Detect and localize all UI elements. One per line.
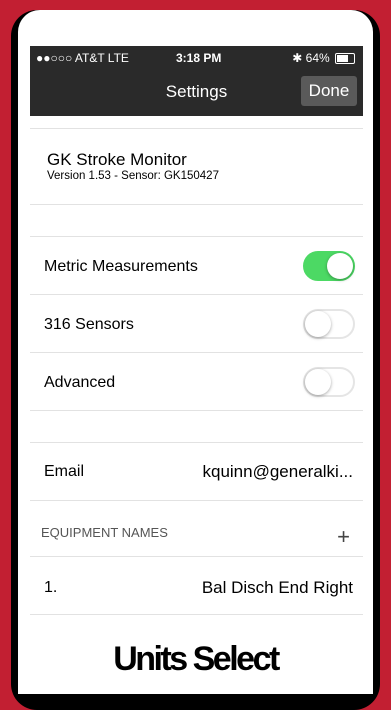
toggle-knob <box>327 253 353 279</box>
email-label: Email <box>44 463 85 480</box>
done-button[interactable]: Done <box>301 76 357 106</box>
app-version: Version 1.53 - Sensor: GK150427 <box>47 170 219 182</box>
settings-list: GK Stroke Monitor Version 1.53 - Sensor:… <box>30 116 363 694</box>
divider <box>30 352 363 353</box>
divider <box>30 204 363 205</box>
316-sensors-label: 316 Sensors <box>44 316 134 333</box>
battery-icon <box>335 53 355 65</box>
status-bar: ●●○○○ AT&T LTE 3:18 PM ✱ 64% <box>30 46 363 70</box>
add-equipment-button[interactable]: + <box>337 526 350 548</box>
advanced-toggle[interactable] <box>303 367 355 397</box>
divider <box>30 614 363 615</box>
battery-indicator: ✱ 64% <box>292 51 355 65</box>
toggle-knob <box>305 369 331 395</box>
advanced-label: Advanced <box>44 374 116 391</box>
equipment-index: 1. <box>44 579 58 596</box>
divider <box>30 294 363 295</box>
clock: 3:18 PM <box>176 51 222 65</box>
caption: Units Select <box>113 640 280 678</box>
battery-label: ✱ 64% <box>292 51 330 65</box>
nav-bar: Settings Done <box>30 70 363 116</box>
divider <box>30 500 363 501</box>
metric-measurements-label: Metric Measurements <box>44 258 198 275</box>
toggle-knob <box>305 311 331 337</box>
divider <box>30 128 363 129</box>
equipment-names-header: EQUIPMENT NAMES <box>41 525 168 540</box>
email-field[interactable]: kquinn@generalki... <box>202 462 353 482</box>
divider <box>30 556 363 557</box>
equipment-name: Bal Disch End Right <box>201 578 353 597</box>
316-sensors-toggle[interactable] <box>303 309 355 339</box>
metric-measurements-toggle[interactable] <box>303 251 355 281</box>
divider <box>30 410 363 411</box>
divider <box>30 442 363 443</box>
app-name: GK Stroke Monitor <box>47 150 187 169</box>
divider <box>30 236 363 237</box>
carrier-label: ●●○○○ AT&T LTE <box>36 51 129 65</box>
